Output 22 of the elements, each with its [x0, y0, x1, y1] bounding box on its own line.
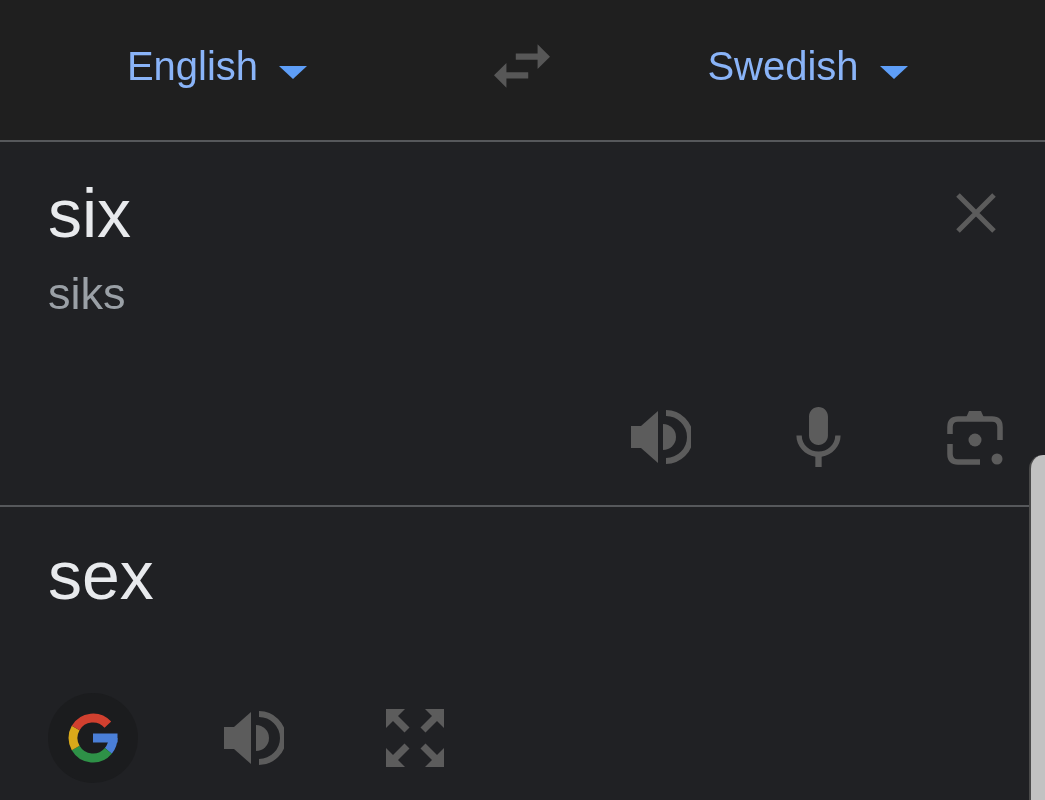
- camera-button[interactable]: [946, 408, 1004, 466]
- translation-text: sex: [48, 536, 155, 615]
- caret-icon: [879, 65, 908, 79]
- source-language-button[interactable]: English: [126, 42, 308, 90]
- listen-button[interactable]: [224, 708, 284, 768]
- swap-icon: [494, 44, 550, 88]
- listen-button[interactable]: [631, 407, 691, 467]
- close-icon: [955, 192, 997, 234]
- caret-icon: [279, 65, 308, 79]
- speaker-icon: [631, 407, 691, 467]
- target-language-button[interactable]: Swedish: [707, 42, 908, 90]
- transliteration-text: siks: [48, 268, 127, 320]
- microphone-button[interactable]: [796, 407, 841, 467]
- fullscreen-icon: [386, 709, 444, 767]
- swap-languages-button[interactable]: [494, 44, 550, 88]
- g-logo-icon: [66, 711, 120, 765]
- source-text: six: [48, 174, 132, 253]
- microphone-icon: [796, 407, 841, 467]
- speaker-icon: [224, 708, 284, 768]
- fullscreen-button[interactable]: [386, 709, 444, 767]
- close-button[interactable]: [955, 192, 997, 234]
- camera-lens-icon: [946, 408, 1004, 466]
